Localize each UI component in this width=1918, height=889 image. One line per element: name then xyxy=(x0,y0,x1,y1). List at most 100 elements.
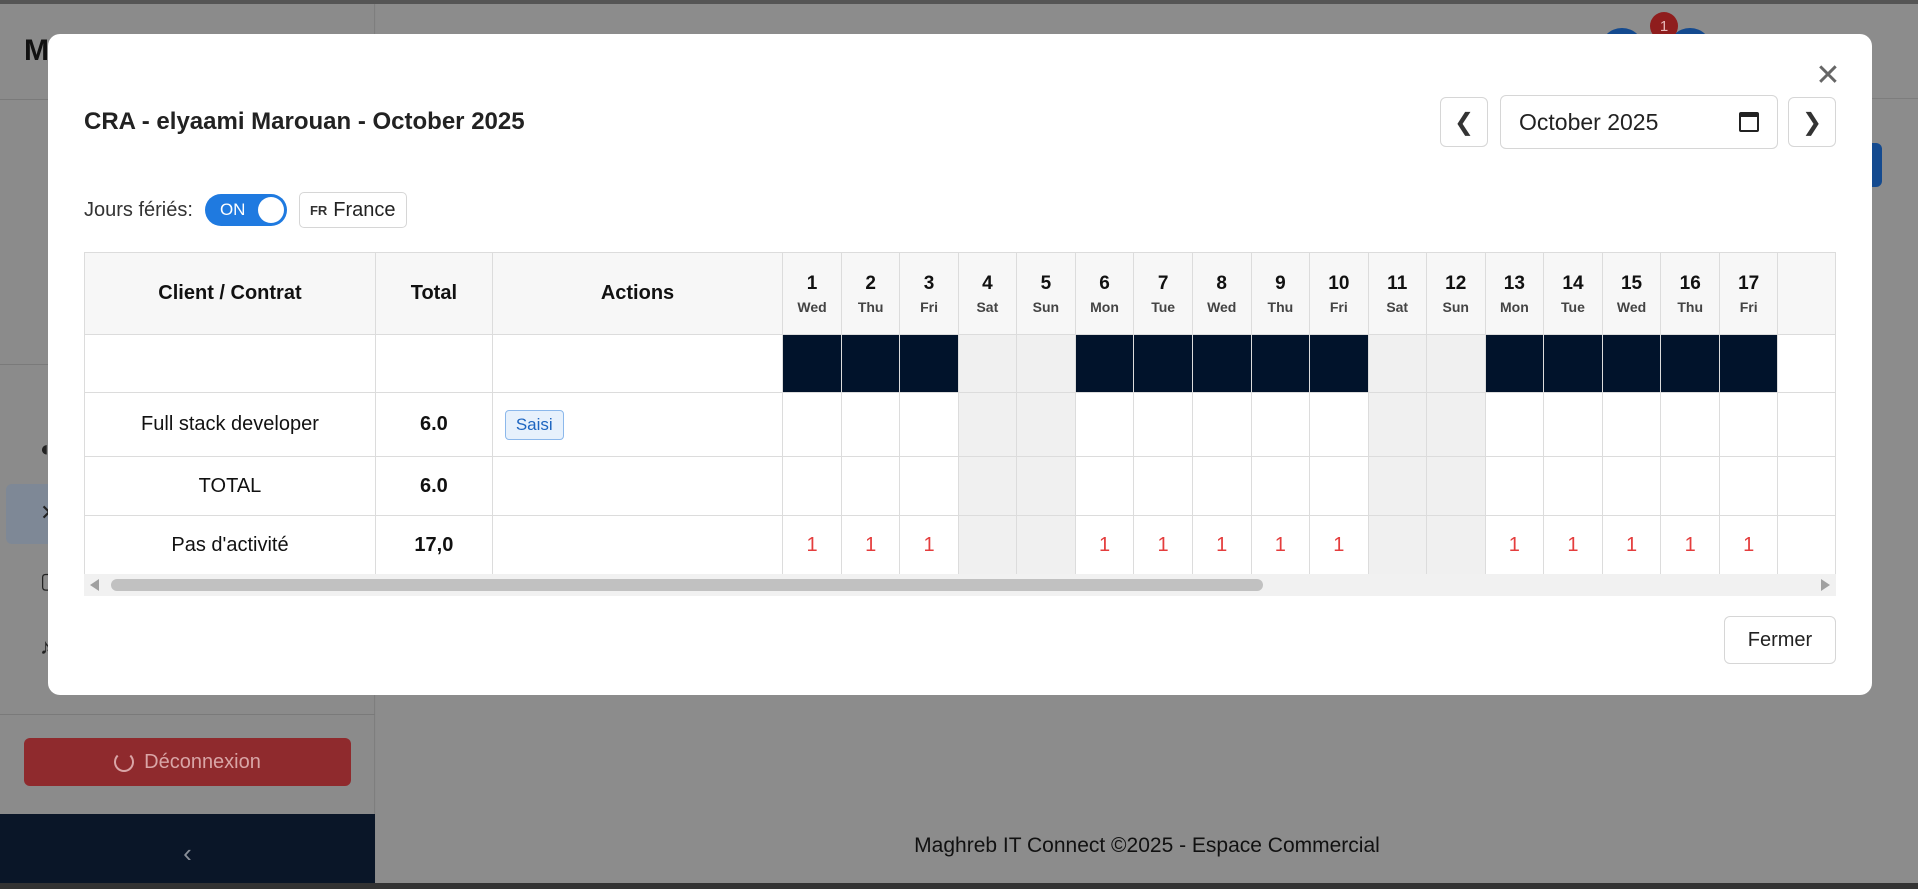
month-picker-input[interactable]: October 2025 xyxy=(1500,95,1778,149)
logout-icon xyxy=(114,752,135,772)
cra-table-scroll[interactable]: Client / Contrat Total Actions 1 Wed 2 Thu 3… xyxy=(84,252,1836,574)
page-footer: Maghreb IT Connect ©2025 - Espace Commer… xyxy=(914,834,1380,857)
day-input-cell[interactable] xyxy=(782,392,842,457)
day-header-3: 3 Fri xyxy=(899,252,959,335)
day-total-cell xyxy=(1191,456,1252,516)
day-input-cell[interactable] xyxy=(1543,392,1603,457)
toggle-knob xyxy=(257,197,284,223)
day-header-11: 11 Sat xyxy=(1367,252,1427,335)
no-activity-day-cell: 1 xyxy=(1660,515,1720,574)
no-activity-day-cell: 1 xyxy=(1718,515,1779,574)
flag-icon: FR xyxy=(309,202,328,218)
day-name: Sun xyxy=(1442,298,1469,315)
day-name: Wed xyxy=(797,298,827,315)
close-icon[interactable]: ✕ xyxy=(1814,61,1842,91)
workday-indicator-cell xyxy=(1309,334,1369,393)
day-number: 7 xyxy=(1157,272,1169,294)
window-bottom-strip xyxy=(0,883,1918,889)
weekend-day-cell xyxy=(1016,334,1076,393)
scrollbar-thumb[interactable] xyxy=(111,579,1263,591)
no-activity-day-cell: 1 xyxy=(1133,515,1193,574)
prev-month-button[interactable]: ❮ xyxy=(1440,97,1488,147)
day-name: Fri xyxy=(1329,298,1348,315)
day-number: 14 xyxy=(1562,272,1584,294)
no-activity-day-cell: 1 xyxy=(1191,515,1252,574)
day-header-14: 14 Tue xyxy=(1543,252,1603,335)
day-number: 11 xyxy=(1387,272,1408,294)
day-cell-overflow xyxy=(1777,392,1836,457)
day-number: 9 xyxy=(1275,272,1286,294)
horizontal-scrollbar[interactable] xyxy=(84,574,1836,596)
day-name: Wed xyxy=(1616,298,1647,315)
day-input-cell[interactable] xyxy=(1718,392,1779,457)
table-cell xyxy=(374,334,493,393)
day-input-cell[interactable] xyxy=(899,392,959,457)
day-name: Sat xyxy=(1386,298,1409,315)
workday-indicator-cell xyxy=(1250,334,1311,393)
col-header-actions: Actions xyxy=(491,252,784,335)
brand-logo: M xyxy=(24,34,49,67)
day-input-cell[interactable] xyxy=(1250,392,1311,457)
table-header-row: Client / Contrat Total Actions 1 Wed 2 Thu 3… xyxy=(84,252,1836,335)
day-total-cell xyxy=(1367,456,1427,516)
day-total-cell xyxy=(957,456,1018,516)
workday-indicator-cell xyxy=(1074,334,1135,393)
day-input-cell[interactable] xyxy=(1309,392,1369,457)
day-total-cell xyxy=(1309,456,1369,516)
no-activity-mark: 1 xyxy=(1567,533,1579,556)
day-input-cell[interactable] xyxy=(1016,392,1076,457)
col-header-total: Total xyxy=(374,252,493,335)
day-input-cell[interactable] xyxy=(1425,392,1486,457)
day-input-cell[interactable] xyxy=(1074,392,1135,457)
fermer-button[interactable]: Fermer xyxy=(1724,616,1836,664)
day-name: Fri xyxy=(920,298,938,315)
day-input-cell[interactable] xyxy=(1367,392,1427,457)
weekend-day-cell xyxy=(1367,515,1427,574)
day-name: Mon xyxy=(1499,298,1529,315)
day-total-cell xyxy=(899,456,959,516)
day-input-cell[interactable] xyxy=(1660,392,1720,457)
day-header-17: 17 Fri xyxy=(1718,252,1779,335)
day-header-1: 1 Wed xyxy=(782,252,842,335)
day-input-cell[interactable] xyxy=(1484,392,1545,457)
no-activity-mark: 1 xyxy=(1274,533,1286,556)
day-input-cell[interactable] xyxy=(957,392,1018,457)
workday-indicator-cell xyxy=(899,334,959,393)
no-activity-mark: 1 xyxy=(1684,533,1696,556)
day-input-cell[interactable] xyxy=(840,392,901,457)
day-header-7: 7 Tue xyxy=(1133,252,1193,335)
day-header-9: 9 Thu xyxy=(1250,252,1311,335)
day-name: Sat xyxy=(976,298,999,315)
day-total-cell xyxy=(1016,456,1076,516)
scroll-left-arrow-icon[interactable] xyxy=(90,579,99,591)
day-number: 5 xyxy=(1040,272,1052,294)
holidays-label: Jours fériés: xyxy=(84,198,193,221)
logout-button[interactable]: Déconnexion xyxy=(24,738,351,786)
next-month-button[interactable]: ❯ xyxy=(1788,97,1836,147)
sidebar-collapse-button[interactable]: ‹ xyxy=(0,814,375,889)
day-input-cell[interactable] xyxy=(1133,392,1193,457)
day-input-cell[interactable] xyxy=(1191,392,1252,457)
country-selector[interactable]: FR France xyxy=(298,192,407,228)
contract-actions: Saisi xyxy=(491,392,784,457)
day-header-12: 12 Sun xyxy=(1425,252,1486,335)
cra-table: Client / Contrat Total Actions 1 Wed 2 Thu 3… xyxy=(84,252,1836,574)
holidays-toggle[interactable]: ON xyxy=(204,194,287,226)
col-header-client: Client / Contrat xyxy=(84,252,376,335)
no-activity-day-cell: 1 xyxy=(840,515,901,574)
no-activity-day-cell: 1 xyxy=(782,515,842,574)
no-activity-mark: 1 xyxy=(923,533,935,556)
no-activity-mark: 1 xyxy=(865,533,877,556)
weekend-day-cell xyxy=(1425,334,1486,393)
chevron-right-icon: ❯ xyxy=(1801,108,1823,136)
no-activity-day-cell: 1 xyxy=(1250,515,1311,574)
day-input-cell[interactable] xyxy=(1601,392,1662,457)
status-badge-saisi[interactable]: Saisi xyxy=(504,409,564,440)
table-row-total: TOTAL 6.0 xyxy=(84,456,1836,516)
scroll-right-arrow-icon[interactable] xyxy=(1821,579,1830,591)
day-total-cell xyxy=(782,456,842,516)
day-number: 1 xyxy=(806,272,818,294)
day-total-cell xyxy=(1074,456,1135,516)
workday-indicator-cell xyxy=(1718,334,1779,393)
calendar-icon[interactable] xyxy=(1739,112,1759,132)
